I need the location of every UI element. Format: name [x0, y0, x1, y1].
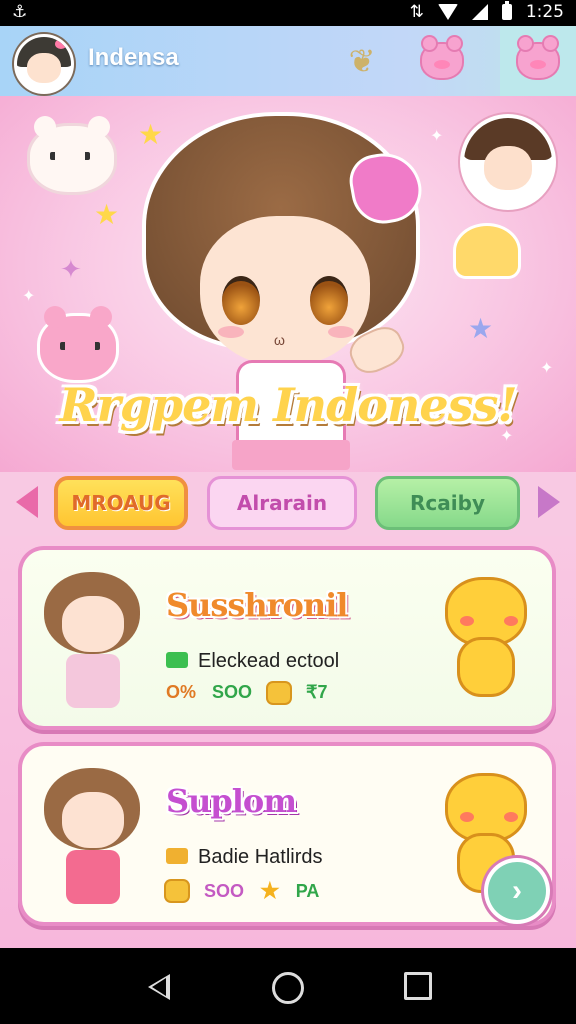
card-title: Suplom	[166, 782, 297, 820]
tab-rcaiby[interactable]: Rcaiby	[375, 476, 520, 530]
yellow-mascot-illustration	[444, 574, 528, 696]
pink-bear-icon[interactable]	[500, 26, 576, 96]
recent-apps-icon[interactable]	[404, 972, 432, 1000]
sparkle-icon: ✦	[60, 254, 82, 284]
tab-mroaug[interactable]: MROAUG	[54, 476, 188, 530]
stat-value: SOO	[212, 682, 253, 702]
coin-icon	[268, 682, 291, 703]
star-icon: ★	[260, 878, 280, 903]
card-stats: O% SOO ₹7	[166, 682, 328, 703]
status-time: 1:25	[525, 2, 564, 22]
pink-bear-icon[interactable]	[416, 36, 468, 86]
seashell-sticker	[456, 226, 518, 276]
wifi-icon	[437, 4, 458, 20]
chevron-right-icon[interactable]	[538, 486, 560, 518]
battery-icon	[501, 1, 512, 20]
star-icon: ★	[468, 313, 494, 344]
stat-price: ₹7	[306, 682, 328, 702]
chevron-left-icon[interactable]	[16, 486, 38, 518]
next-button[interactable]: ›	[488, 862, 546, 920]
card-title: Susshronil	[166, 586, 348, 624]
hero-banner: ★ ★ ★ ✦ ✦ ✦ ✦ ✦ ω Rrgpem Indoness!	[0, 96, 576, 472]
card-stats: SOO ★ PA	[166, 878, 319, 904]
status-bar: ⚓ ⇅ 1:25	[0, 0, 576, 26]
sparkle-icon: ✦	[540, 360, 554, 377]
friend-avatar[interactable]	[460, 114, 556, 210]
hero-headline: Rrgpem Indoness!	[59, 378, 517, 432]
list-card[interactable]: Suplom Badie Hatlirds SOO ★ PA	[22, 746, 552, 922]
sparkle-icon: ✦	[430, 128, 444, 145]
top-app-bar: Indensa ❦	[0, 26, 576, 96]
card-subtitle: Badie Hatlirds	[166, 846, 323, 869]
white-bear-sticker	[30, 116, 114, 192]
tab-alrarain[interactable]: Alrarain	[207, 476, 357, 530]
app-screen: ⚓ ⇅ 1:25 Indensa ❦ ★ ★ ★ ✦ ✦ ✦ ✦ ✦ ω Rrg…	[0, 0, 576, 1024]
system-nav-bar	[0, 948, 576, 1024]
home-icon[interactable]	[272, 972, 304, 1004]
signal-icon	[471, 4, 488, 20]
app-title: Indensa	[88, 44, 179, 71]
character-avatar	[38, 762, 148, 912]
data-icon: ⇅	[409, 2, 424, 22]
back-icon[interactable]	[148, 974, 170, 1000]
user-avatar[interactable]	[14, 34, 74, 94]
star-icon: ★	[94, 199, 120, 230]
stat-value: SOO	[204, 880, 245, 901]
list-card[interactable]: Susshronil Eleckead ectool O% SOO ₹7	[22, 550, 552, 726]
ticket-icon	[166, 652, 188, 668]
stat-percent: O%	[166, 682, 197, 702]
ticket-icon	[166, 848, 188, 864]
card-subtitle: Eleckead ectool	[166, 650, 339, 673]
category-tabs: MROAUG Alrarain Rcaiby	[0, 472, 576, 536]
coin-icon	[166, 881, 188, 901]
arrow-right-icon: ›	[512, 874, 522, 907]
butterfly-icon[interactable]: ❦	[336, 36, 388, 86]
pink-bear-sticker	[40, 306, 116, 380]
sparkle-icon: ✦	[22, 288, 36, 305]
stat-price: PA	[295, 880, 320, 901]
character-avatar	[38, 566, 148, 716]
anchor-icon: ⚓	[12, 2, 28, 22]
